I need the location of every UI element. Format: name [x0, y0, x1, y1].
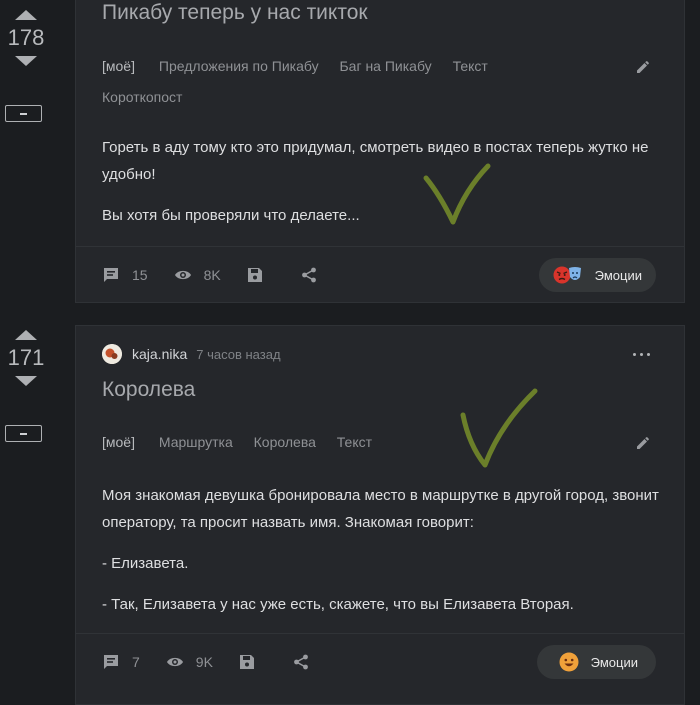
author-name[interactable]: kaja.nika: [132, 346, 187, 362]
tag-mine[interactable]: [моё]: [102, 58, 135, 74]
emotion-masks-icon: [568, 267, 581, 280]
comments-count: 7: [132, 654, 140, 670]
views-indicator: 8K: [174, 266, 221, 284]
comments-button[interactable]: 7: [102, 653, 140, 671]
body-paragraph: Моя знакомая девушка бронировала место в…: [102, 487, 659, 531]
emotions-button[interactable]: Эмоции: [536, 645, 656, 679]
author-line: kaja.nika 7 часов назад: [102, 344, 281, 364]
tag[interactable]: Текст: [453, 58, 488, 74]
tag[interactable]: Текст: [337, 434, 372, 450]
body-paragraph: - Елизавета.: [102, 555, 189, 572]
share-icon: [301, 267, 316, 283]
emotions-label: Эмоции: [590, 654, 638, 670]
upvote-icon[interactable]: [15, 10, 37, 20]
tag[interactable]: Предложения по Пикабу: [159, 58, 319, 74]
post-body: Моя знакомая девушка бронировала место в…: [102, 482, 662, 618]
emotion-faces: [559, 652, 579, 672]
save-button[interactable]: [247, 267, 275, 283]
tag[interactable]: Баг на Пикабу: [339, 58, 431, 74]
save-icon: [239, 655, 254, 669]
comment-icon: [104, 655, 118, 669]
vote-block-post1: 178: [0, 10, 52, 66]
score: 178: [7, 25, 45, 50]
vote-block-post2: 171: [0, 330, 52, 386]
comment-icon: [104, 268, 118, 282]
collapse-button[interactable]: [5, 425, 42, 442]
score: 171: [7, 345, 45, 370]
avatar[interactable]: [102, 344, 122, 364]
collapse-button[interactable]: [5, 105, 42, 122]
emotions-button[interactable]: Эмоции: [538, 258, 656, 292]
body-paragraph: - Так, Елизавета у нас уже есть, скажете…: [102, 596, 574, 613]
vote-rail: 178 171: [0, 0, 52, 687]
save-icon: [247, 268, 262, 282]
eye-icon: [174, 270, 191, 280]
views-count: 9K: [195, 654, 213, 670]
post-card: kaja.nika 7 часов назад Королева [моё] М…: [75, 325, 685, 705]
save-button[interactable]: [239, 654, 267, 670]
body-paragraph: Гореть в аду тому кто это придумал, смот…: [102, 139, 649, 183]
post-title[interactable]: Пикабу теперь у нас тикток: [102, 1, 368, 25]
post-body: Гореть в аду тому кто это придумал, смот…: [102, 134, 662, 229]
tag-list: [моё] Маршрутка Королева Текст: [102, 427, 632, 458]
pencil-icon[interactable]: [636, 60, 650, 74]
tag-mine[interactable]: [моё]: [102, 434, 135, 450]
tag[interactable]: Королева: [254, 434, 316, 450]
share-button[interactable]: [301, 267, 329, 283]
views-count: 8K: [203, 267, 221, 283]
downvote-icon[interactable]: [15, 376, 37, 386]
post-card: Пикабу теперь у нас тикток [моё] Предлож…: [75, 0, 685, 303]
post-footer: 15 8K: [102, 261, 355, 289]
share-button[interactable]: [293, 654, 321, 670]
body-paragraph: Вы хотя бы проверяли что делаете...: [102, 207, 360, 224]
post-footer: 7 9K: [102, 648, 347, 676]
comments-button[interactable]: 15: [102, 266, 148, 284]
emotion-smile-icon: [559, 652, 579, 672]
divider: [76, 246, 684, 247]
avatar-image: [102, 344, 122, 364]
collapse-icon: [20, 432, 27, 435]
more-icon[interactable]: [633, 353, 650, 356]
views-indicator: 9K: [166, 653, 213, 671]
collapse-icon: [20, 112, 27, 115]
upvote-icon[interactable]: [15, 330, 37, 340]
downvote-icon[interactable]: [15, 56, 37, 66]
tag[interactable]: Короткопост: [102, 89, 182, 105]
eye-icon: [166, 657, 183, 667]
emotions-label: Эмоции: [594, 267, 642, 283]
post-time: 7 часов назад: [196, 346, 281, 362]
emotion-faces: [553, 266, 583, 284]
post-title[interactable]: Королева: [102, 378, 195, 402]
comments-count: 15: [132, 267, 148, 283]
share-icon: [294, 654, 308, 670]
divider: [76, 633, 684, 634]
tag-list: [моё] Предложения по Пикабу Баг на Пикаб…: [102, 51, 632, 113]
tag[interactable]: Маршрутка: [159, 434, 233, 450]
pencil-icon[interactable]: [636, 436, 650, 450]
